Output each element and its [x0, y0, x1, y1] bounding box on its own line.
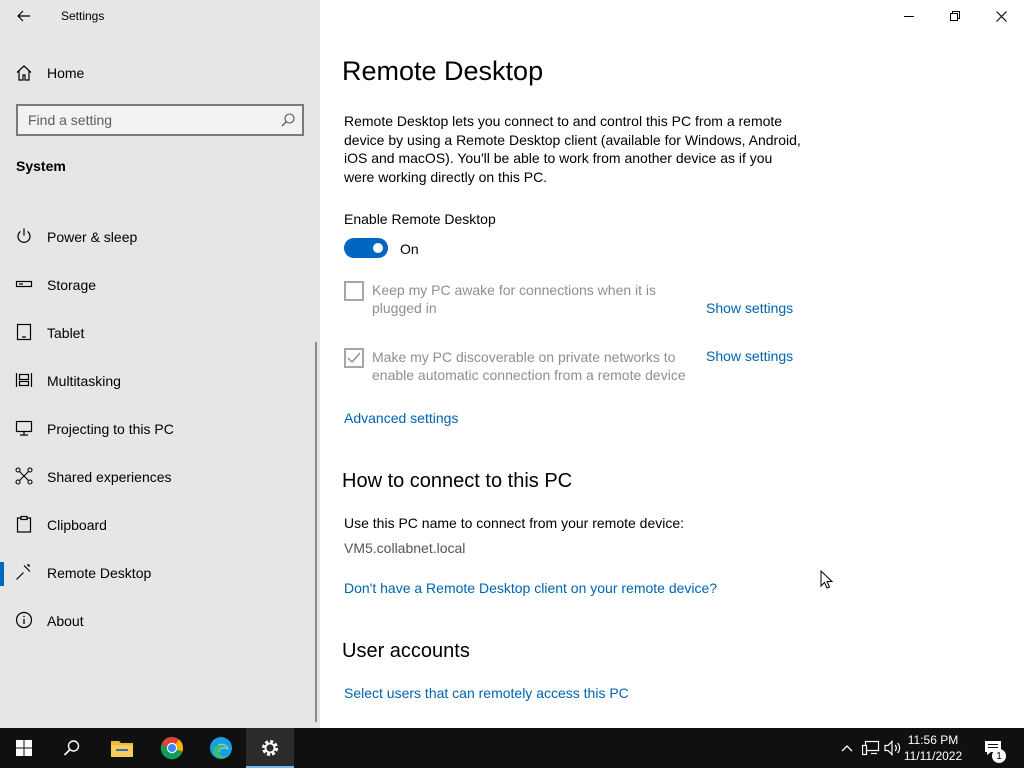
- sidebar-item-label: About: [47, 613, 84, 629]
- user-accounts-heading: User accounts: [342, 640, 470, 662]
- show-hidden-icons-button[interactable]: [838, 739, 856, 757]
- checkmark-icon: [347, 352, 361, 364]
- folder-icon: [111, 741, 133, 757]
- sidebar-item-label: Clipboard: [47, 517, 107, 533]
- search-icon[interactable]: [280, 112, 296, 128]
- sidebar-item-label: Shared experiences: [47, 469, 172, 485]
- navigation-pane: Settings Home System Power & sleep: [0, 0, 320, 728]
- minimize-icon: [904, 16, 914, 17]
- page-description: Remote Desktop lets you connect to and c…: [344, 113, 801, 185]
- keep-awake-checkbox[interactable]: [344, 281, 364, 301]
- sidebar-item-label: Storage: [47, 277, 97, 293]
- sidebar-item-tablet[interactable]: Tablet: [0, 310, 320, 358]
- back-button[interactable]: [10, 4, 38, 28]
- sidebar-item-label: Home: [47, 65, 85, 81]
- pc-name: VM5.collabnet.local: [344, 540, 466, 556]
- close-button[interactable]: [978, 0, 1024, 32]
- search-box[interactable]: [16, 104, 304, 136]
- keep-awake-show-settings-link[interactable]: Show settings: [706, 300, 793, 316]
- sidebar-item-label: Tablet: [47, 325, 85, 341]
- clock-date: 11/11/2022: [903, 749, 963, 763]
- network-button[interactable]: [862, 739, 880, 757]
- minimize-button[interactable]: [886, 0, 932, 32]
- how-to-connect-heading: How to connect to this PC: [342, 470, 573, 492]
- restore-icon: [950, 11, 960, 21]
- file-explorer-button[interactable]: [98, 728, 146, 768]
- enable-remote-desktop-toggle[interactable]: [344, 238, 388, 258]
- select-users-link[interactable]: Select users that can remotely access th…: [344, 685, 629, 701]
- clipboard-icon: [16, 515, 32, 533]
- sidebar-item-home[interactable]: Home: [0, 56, 320, 90]
- sidebar-item-projecting[interactable]: Projecting to this PC: [0, 406, 320, 454]
- sidebar-item-label: Multitasking: [47, 373, 121, 389]
- title-bar: Settings: [0, 0, 320, 32]
- main-content: Remote Desktop Remote Desktop lets you c…: [320, 32, 1024, 728]
- search-icon: [63, 740, 80, 756]
- toggle-knob: [373, 243, 383, 253]
- network-icon: [862, 740, 880, 756]
- discoverable-checkbox[interactable]: [344, 348, 364, 368]
- shared-experiences-icon: [15, 467, 33, 485]
- nav-list: Power & sleep Storage Tablet Multitaskin…: [0, 214, 320, 646]
- storage-icon: [15, 280, 33, 288]
- get-client-link[interactable]: Don't have a Remote Desktop client on yo…: [344, 580, 717, 596]
- window-controls: [886, 0, 1024, 32]
- sidebar-item-storage[interactable]: Storage: [0, 262, 320, 310]
- section-title: System: [16, 158, 66, 174]
- discoverable-label: Make my PC discoverable on private netwo…: [372, 349, 686, 383]
- settings-taskbar-button[interactable]: [246, 728, 294, 768]
- sidebar-item-label: Remote Desktop: [47, 565, 152, 581]
- sidebar-item-clipboard[interactable]: Clipboard: [0, 502, 320, 550]
- tablet-icon: [16, 323, 32, 341]
- back-arrow-icon: [17, 10, 30, 22]
- sidebar-item-remote-desktop[interactable]: Remote Desktop: [0, 550, 320, 598]
- restore-button[interactable]: [932, 0, 978, 32]
- taskbar-search-button[interactable]: [48, 728, 96, 768]
- chrome-button[interactable]: [148, 728, 196, 768]
- search-input[interactable]: [18, 106, 268, 134]
- notification-count-badge: 1: [992, 749, 1006, 763]
- close-icon: [995, 10, 1007, 22]
- sidebar-item-multitasking[interactable]: Multitasking: [0, 358, 320, 406]
- sidebar-item-shared-experiences[interactable]: Shared experiences: [0, 454, 320, 502]
- chrome-icon: [160, 736, 184, 760]
- page-title: Remote Desktop: [342, 56, 544, 86]
- advanced-settings-link[interactable]: Advanced settings: [344, 410, 458, 426]
- start-button[interactable]: [0, 728, 48, 768]
- gear-icon: [262, 740, 278, 756]
- windows-logo-icon: [16, 740, 32, 756]
- sidebar-item-label: Power & sleep: [47, 229, 138, 245]
- sidebar-item-label: Projecting to this PC: [47, 421, 174, 437]
- power-icon: [17, 228, 31, 243]
- sidebar-scrollbar[interactable]: [315, 342, 317, 722]
- mouse-cursor-icon: [820, 570, 834, 589]
- keep-awake-label: Keep my PC awake for connections when it…: [372, 282, 657, 316]
- remote-desktop-icon: [16, 564, 31, 580]
- enable-remote-desktop-label: Enable Remote Desktop: [344, 211, 496, 227]
- discoverable-show-settings-link[interactable]: Show settings: [706, 348, 793, 364]
- sidebar-item-about[interactable]: About: [0, 598, 320, 646]
- projecting-icon: [15, 420, 33, 436]
- app-title: Settings: [61, 9, 105, 23]
- toggle-state-label: On: [400, 241, 419, 257]
- multitasking-icon: [15, 373, 33, 387]
- sidebar-item-power-sleep[interactable]: Power & sleep: [0, 214, 320, 262]
- clock-time: 11:56 PM: [907, 733, 959, 747]
- edge-icon: [210, 737, 232, 759]
- connect-instructions: Use this PC name to connect from your re…: [344, 515, 685, 531]
- home-icon: [16, 65, 32, 81]
- edge-button[interactable]: [197, 728, 245, 768]
- taskbar: 11:56 PM 11/11/2022 1: [0, 728, 1024, 768]
- clock[interactable]: 11:56 PM 11/11/2022: [898, 732, 968, 764]
- chevron-up-icon: [841, 745, 853, 752]
- info-icon: [15, 611, 33, 629]
